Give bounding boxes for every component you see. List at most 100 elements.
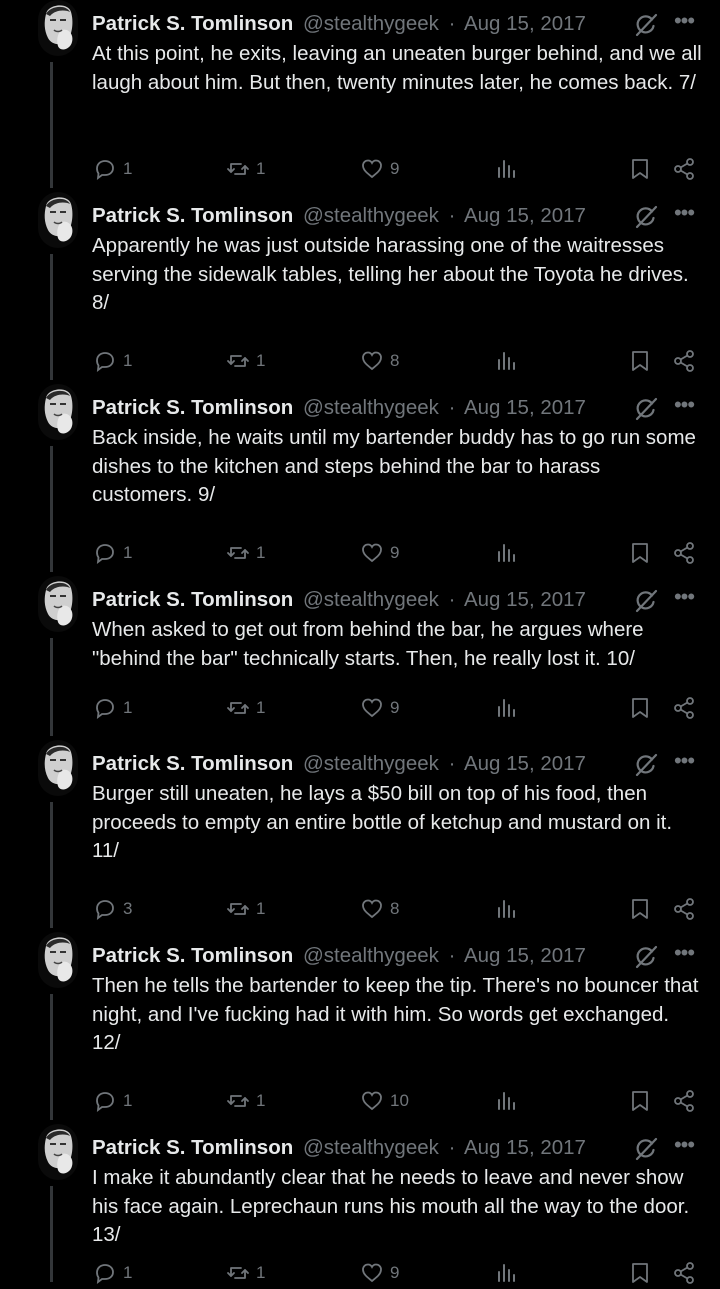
tweet[interactable]: Patrick S. Tomlinson @stealthygeek · Aug… [0, 1124, 720, 1289]
author-name[interactable]: Patrick S. Tomlinson [92, 944, 293, 967]
author-handle[interactable]: @stealthygeek [303, 12, 439, 35]
tweet[interactable]: Patrick S. Tomlinson @stealthygeek · Aug… [0, 740, 720, 925]
avatar[interactable] [38, 384, 78, 440]
author-name[interactable]: Patrick S. Tomlinson [92, 588, 293, 611]
like-button[interactable]: 10 [360, 1087, 409, 1115]
bookmark-button[interactable] [628, 694, 652, 722]
more-icon[interactable]: ••• [671, 586, 697, 612]
bookmark-button[interactable] [628, 539, 652, 567]
bookmark-button[interactable] [628, 895, 652, 923]
share-button[interactable] [672, 694, 696, 722]
retweet-icon [226, 349, 250, 373]
tweet-date[interactable]: Aug 15, 2017 [464, 1136, 586, 1159]
retweet-button[interactable]: 1 [226, 155, 265, 183]
tweet-date[interactable]: Aug 15, 2017 [464, 204, 586, 227]
bookmark-button[interactable] [628, 155, 652, 183]
author-handle[interactable]: @stealthygeek [303, 944, 439, 967]
tweet-date[interactable]: Aug 15, 2017 [464, 588, 586, 611]
share-button[interactable] [672, 1087, 696, 1115]
views-button[interactable] [494, 895, 518, 923]
like-button[interactable]: 8 [360, 895, 399, 923]
grok-icon[interactable] [633, 204, 659, 230]
tweet-date[interactable]: Aug 15, 2017 [464, 752, 586, 775]
retweet-count: 1 [256, 543, 266, 562]
views-button[interactable] [494, 1087, 518, 1115]
retweet-button[interactable]: 1 [226, 539, 265, 567]
more-icon[interactable]: ••• [671, 750, 697, 776]
bookmark-button[interactable] [628, 1087, 652, 1115]
grok-icon[interactable] [633, 1136, 659, 1162]
author-handle[interactable]: @stealthygeek [303, 1136, 439, 1159]
author-handle[interactable]: @stealthygeek [303, 396, 439, 419]
tweet[interactable]: Patrick S. Tomlinson @stealthygeek · Aug… [0, 384, 720, 569]
author-name[interactable]: Patrick S. Tomlinson [92, 1136, 293, 1159]
tweet-date[interactable]: Aug 15, 2017 [464, 12, 586, 35]
grok-icon[interactable] [633, 944, 659, 970]
tweet[interactable]: Patrick S. Tomlinson @stealthygeek · Aug… [0, 192, 720, 377]
avatar[interactable] [38, 932, 78, 988]
views-button[interactable] [494, 1259, 518, 1287]
grok-icon[interactable] [633, 752, 659, 778]
bookmark-button[interactable] [628, 1259, 652, 1287]
share-button[interactable] [672, 895, 696, 923]
author-name[interactable]: Patrick S. Tomlinson [92, 396, 293, 419]
more-icon[interactable]: ••• [671, 942, 697, 968]
more-icon[interactable]: ••• [671, 394, 697, 420]
share-icon [672, 541, 696, 565]
author-handle[interactable]: @stealthygeek [303, 588, 439, 611]
retweet-button[interactable]: 1 [226, 895, 265, 923]
author-handle[interactable]: @stealthygeek [303, 204, 439, 227]
reply-button[interactable]: 1 [93, 694, 132, 722]
grok-icon[interactable] [633, 588, 659, 614]
views-button[interactable] [494, 539, 518, 567]
grok-icon[interactable] [633, 396, 659, 422]
share-button[interactable] [672, 347, 696, 375]
tweet-actions: 1 1 9 [0, 1259, 720, 1287]
views-button[interactable] [494, 694, 518, 722]
reply-button[interactable]: 3 [93, 895, 132, 923]
like-button[interactable]: 9 [360, 1259, 399, 1287]
tweet-date[interactable]: Aug 15, 2017 [464, 944, 586, 967]
retweet-button[interactable]: 1 [226, 1259, 265, 1287]
views-button[interactable] [494, 155, 518, 183]
bookmark-icon [628, 349, 652, 373]
reply-button[interactable]: 1 [93, 155, 132, 183]
like-button[interactable]: 9 [360, 155, 399, 183]
share-icon [672, 1261, 696, 1285]
avatar[interactable] [38, 576, 78, 632]
share-button[interactable] [672, 1259, 696, 1287]
author-handle[interactable]: @stealthygeek [303, 752, 439, 775]
grok-icon[interactable] [633, 12, 659, 38]
reply-button[interactable]: 1 [93, 347, 132, 375]
share-button[interactable] [672, 539, 696, 567]
reply-button[interactable]: 1 [93, 1259, 132, 1287]
avatar[interactable] [38, 192, 78, 248]
author-name[interactable]: Patrick S. Tomlinson [92, 12, 293, 35]
like-button[interactable]: 9 [360, 539, 399, 567]
reply-button[interactable]: 1 [93, 1087, 132, 1115]
bookmark-button[interactable] [628, 347, 652, 375]
more-icon[interactable]: ••• [671, 202, 697, 228]
tweet-date[interactable]: Aug 15, 2017 [464, 396, 586, 419]
share-button[interactable] [672, 155, 696, 183]
avatar[interactable] [38, 1124, 78, 1180]
views-icon [494, 1089, 518, 1113]
avatar[interactable] [38, 740, 78, 796]
reply-button[interactable]: 1 [93, 539, 132, 567]
retweet-button[interactable]: 1 [226, 1087, 265, 1115]
like-button[interactable]: 8 [360, 347, 399, 375]
tweet[interactable]: Patrick S. Tomlinson @stealthygeek · Aug… [0, 576, 720, 724]
more-icon[interactable]: ••• [671, 10, 697, 36]
like-button[interactable]: 9 [360, 694, 399, 722]
retweet-button[interactable]: 1 [226, 347, 265, 375]
author-name[interactable]: Patrick S. Tomlinson [92, 204, 293, 227]
separator-dot: · [448, 396, 456, 419]
tweet[interactable]: Patrick S. Tomlinson @stealthygeek · Aug… [0, 0, 720, 185]
reply-icon [93, 157, 117, 181]
retweet-button[interactable]: 1 [226, 694, 265, 722]
tweet[interactable]: Patrick S. Tomlinson @stealthygeek · Aug… [0, 932, 720, 1117]
avatar[interactable] [38, 0, 78, 56]
author-name[interactable]: Patrick S. Tomlinson [92, 752, 293, 775]
more-icon[interactable]: ••• [671, 1134, 697, 1160]
views-button[interactable] [494, 347, 518, 375]
